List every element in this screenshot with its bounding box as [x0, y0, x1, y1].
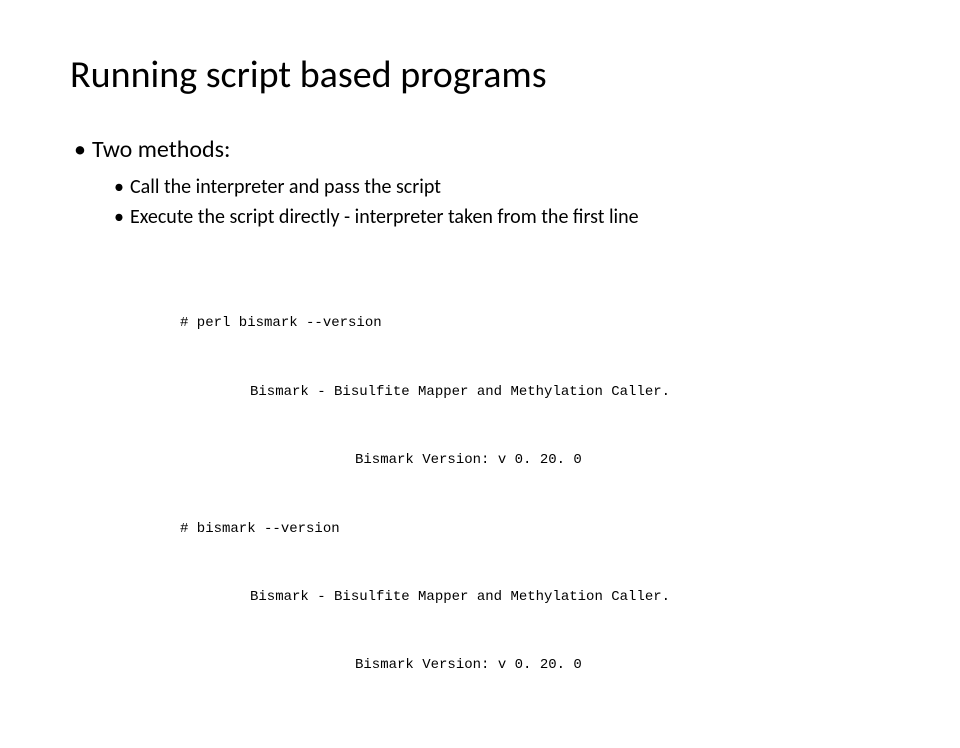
- sub-bullet-list: Call the interpreter and pass the script…: [110, 172, 890, 232]
- sub-bullet-item: Execute the script directly - interprete…: [110, 202, 890, 232]
- code-line: Bismark Version: v 0. 20. 0: [355, 452, 890, 469]
- slide-title: Running script based programs: [70, 55, 890, 97]
- bullet-heading: Two methods:: [92, 135, 230, 164]
- code-line: Bismark - Bisulfite Mapper and Methylati…: [250, 589, 890, 606]
- code-block: # perl bismark --version Bismark - Bisul…: [180, 282, 890, 708]
- code-line: Bismark - Bisulfite Mapper and Methylati…: [250, 384, 890, 401]
- slide: Running script based programs Two method…: [0, 0, 960, 748]
- bullet-item: Two methods: Call the interpreter and pa…: [70, 132, 890, 232]
- bullet-list: Two methods: Call the interpreter and pa…: [70, 132, 890, 232]
- code-line: Bismark Version: v 0. 20. 0: [355, 657, 890, 674]
- code-line: # bismark --version: [180, 521, 890, 538]
- code-line: # perl bismark --version: [180, 315, 890, 332]
- sub-bullet-item: Call the interpreter and pass the script: [110, 172, 890, 202]
